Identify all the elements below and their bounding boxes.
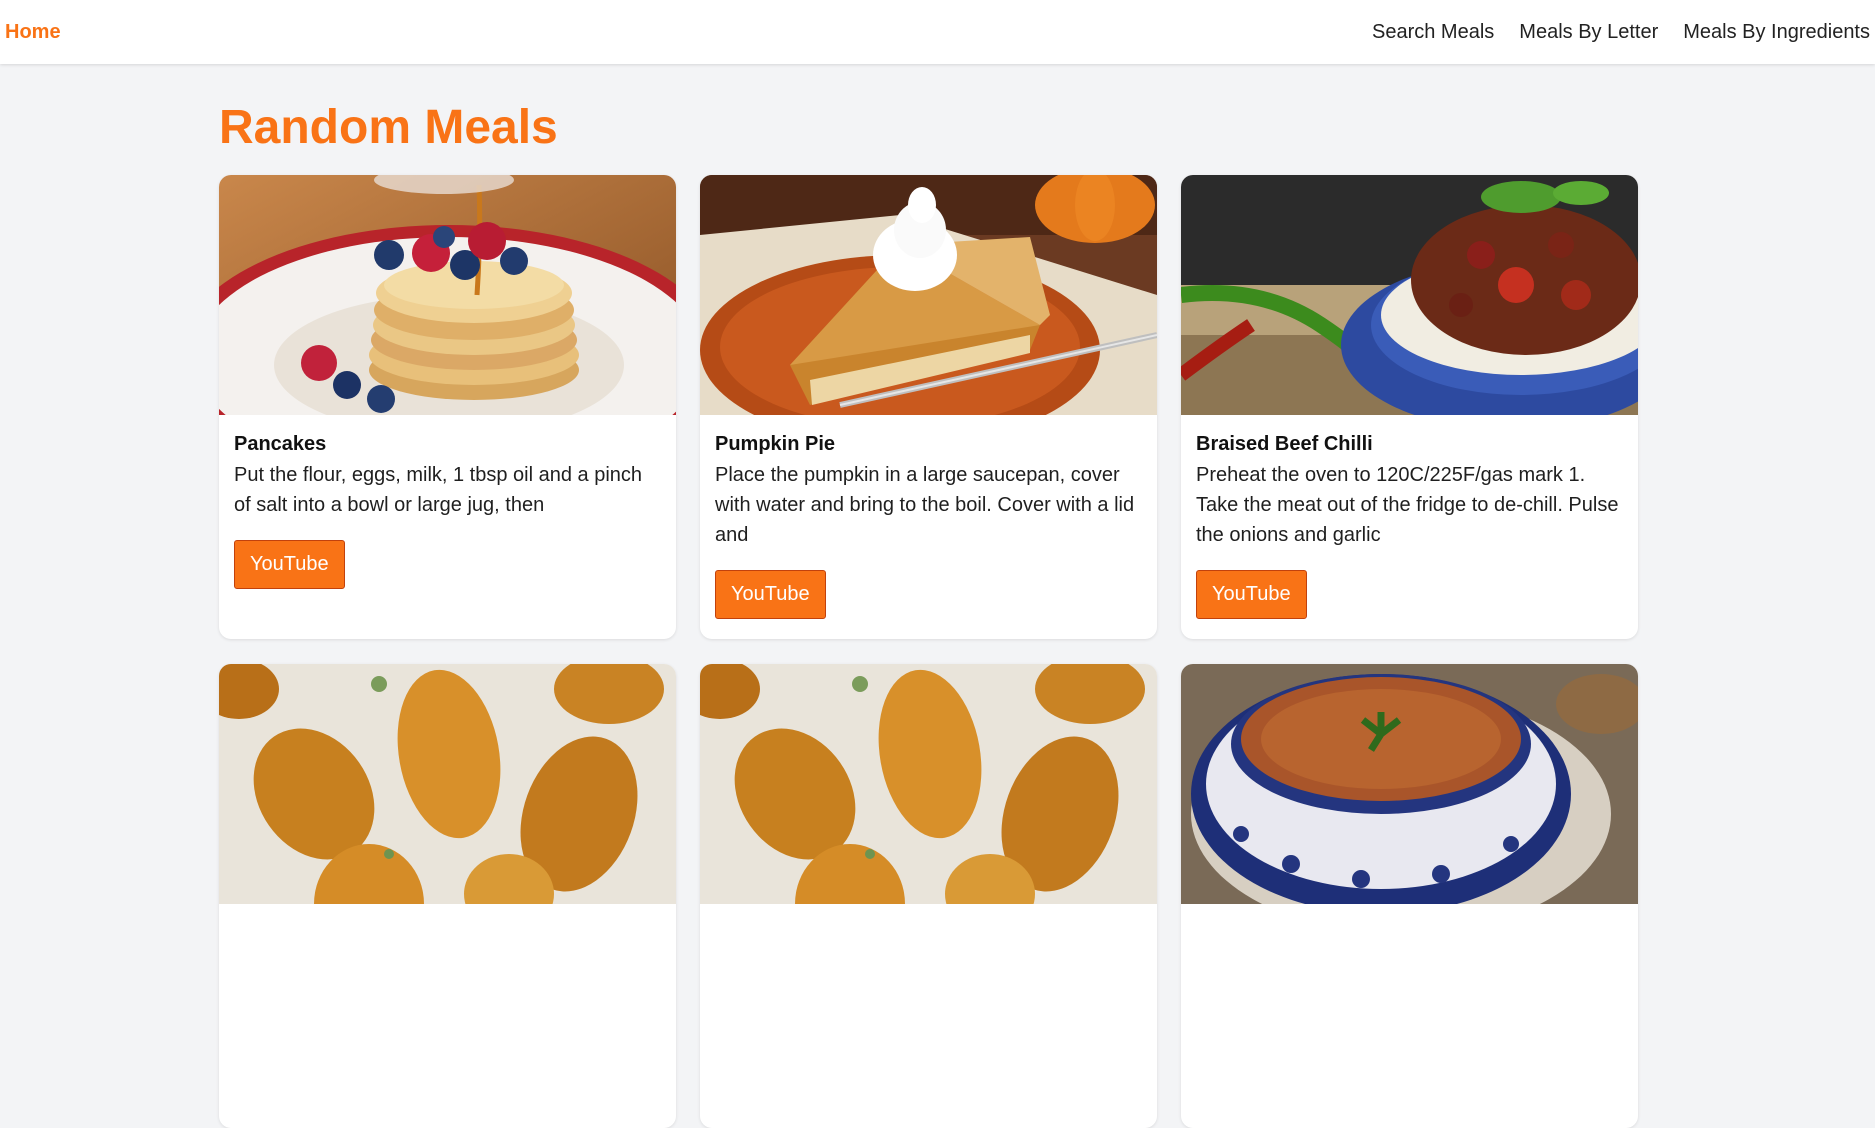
meal-title: Pumpkin Pie [715,433,836,455]
meal-card-body [700,904,1157,956]
meal-card-body: Braised Beef Chilli Preheat the oven to … [1181,415,1638,633]
top-navbar: Home Search Meals Meals By Letter Meals … [0,0,1875,64]
nav-meals-by-ingredients-link[interactable]: Meals By Ingredients [1683,21,1870,44]
page-title: Random Meals [219,101,558,154]
meal-card-5 [700,664,1157,1128]
meal-image-pumpkin-pie[interactable] [700,175,1157,415]
meal-card-body: Pancakes Put the flour, eggs, milk, 1 tb… [219,415,676,603]
meal-card-6 [1181,664,1638,1128]
meal-card-braised-beef-chilli: Braised Beef Chilli Preheat the oven to … [1181,175,1638,639]
youtube-button[interactable]: YouTube [715,570,826,619]
meal-image-6[interactable] [1181,664,1638,904]
meal-card-body [1181,904,1638,956]
meal-image-braised-beef-chilli[interactable] [1181,175,1638,415]
meal-card-pancakes: Pancakes Put the flour, eggs, milk, 1 tb… [219,175,676,639]
meal-card-4 [219,664,676,1128]
meal-image-pancakes[interactable] [219,175,676,415]
meal-title: Pancakes [234,433,327,455]
meal-description: Put the flour, eggs, milk, 1 tbsp oil an… [234,464,643,516]
nav-search-meals-link[interactable]: Search Meals [1372,21,1494,44]
nav-meals-by-letter-link[interactable]: Meals By Letter [1519,21,1658,44]
meal-image-4[interactable] [219,664,676,904]
meal-description: Place the pumpkin in a large saucepan, c… [715,464,1135,546]
meal-image-5[interactable] [700,664,1157,904]
meal-description: Preheat the oven to 120C/225F/gas mark 1… [1196,464,1619,546]
meal-card-body: Pumpkin Pie Place the pumpkin in a large… [700,415,1157,633]
meal-title: Braised Beef Chilli [1196,433,1373,455]
nav-home-link[interactable]: Home [5,21,61,44]
meal-card-pumpkin-pie: Pumpkin Pie Place the pumpkin in a large… [700,175,1157,639]
meal-card-body [219,904,676,956]
nav-links: Search Meals Meals By Letter Meals By In… [1372,21,1870,44]
youtube-button[interactable]: YouTube [1196,570,1307,619]
meals-grid: Pancakes Put the flour, eggs, milk, 1 tb… [219,175,1639,1128]
youtube-button[interactable]: YouTube [234,540,345,589]
